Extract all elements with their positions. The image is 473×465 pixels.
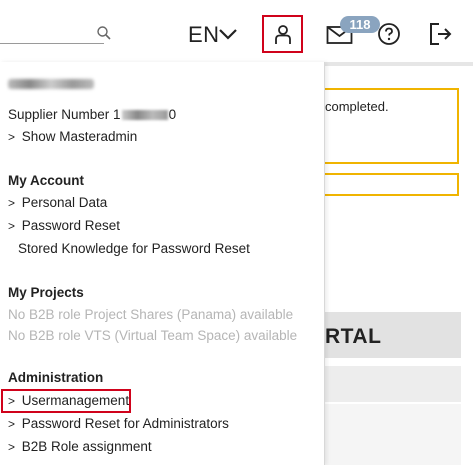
user-menu-button[interactable]	[262, 15, 303, 53]
help-icon[interactable]	[377, 22, 401, 46]
content-band	[325, 366, 461, 402]
supplier-number: Supplier Number 10	[8, 107, 177, 122]
top-bar: EN 118	[0, 0, 473, 62]
language-selector[interactable]: EN	[188, 22, 220, 48]
password-reset-link[interactable]: > Password Reset	[8, 217, 120, 235]
user-name	[8, 76, 94, 89]
personal-data-link[interactable]: > Personal Data	[8, 194, 107, 212]
content-divider	[325, 62, 473, 66]
notice-text: completed.	[325, 99, 389, 114]
vts-unavailable: No B2B role VTS (Virtual Team Space) ava…	[8, 328, 298, 343]
my-account-heading: My Account	[8, 173, 85, 188]
search-input[interactable]	[0, 43, 104, 44]
chevron-right-icon: >	[8, 417, 16, 431]
content-band-lower	[325, 404, 461, 465]
redacted-supplier-digits	[121, 110, 168, 121]
highlighted-field[interactable]	[325, 173, 459, 196]
chevron-right-icon: >	[8, 130, 16, 144]
stored-knowledge-link[interactable]: Stored Knowledge for Password Reset	[18, 240, 250, 258]
chevron-right-icon: >	[8, 394, 16, 408]
search-icon[interactable]	[96, 25, 112, 41]
chevron-down-icon[interactable]	[218, 27, 238, 41]
mail-count-badge: 118	[340, 16, 380, 33]
logout-icon[interactable]	[428, 21, 454, 47]
admin-password-reset-link[interactable]: > Password Reset for Administrators	[8, 415, 229, 433]
my-projects-heading: My Projects	[8, 285, 84, 300]
chevron-right-icon: >	[8, 440, 16, 454]
usermanagement-link[interactable]: > Usermanagement	[8, 392, 129, 410]
b2b-role-assignment-link[interactable]: > B2B Role assignment	[8, 438, 152, 456]
portal-title: RTAL	[325, 325, 382, 348]
chevron-right-icon: >	[8, 219, 16, 233]
show-masteradmin-link[interactable]: > Show Masteradmin	[8, 128, 137, 146]
administration-heading: Administration	[8, 370, 104, 385]
user-dropdown-menu: Supplier Number 10 > Show Masteradmin My…	[0, 62, 325, 465]
project-shares-unavailable: No B2B role Project Shares (Panama) avai…	[8, 307, 294, 322]
chevron-right-icon: >	[8, 196, 16, 210]
user-icon	[275, 25, 291, 44]
